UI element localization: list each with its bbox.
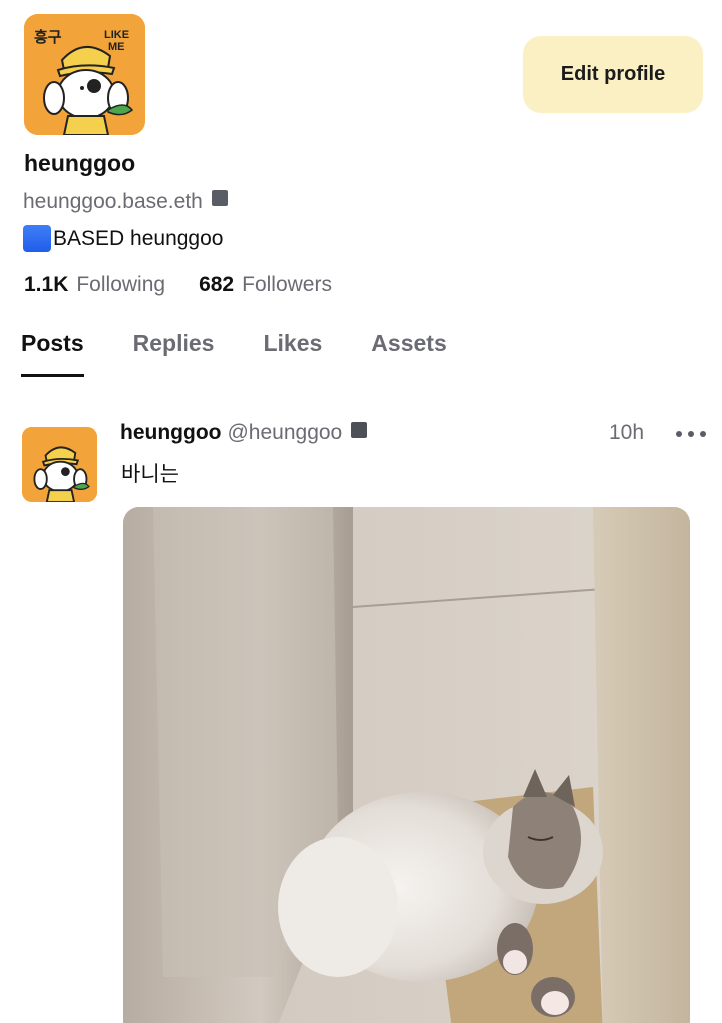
- avatar-illustration-small: [22, 427, 97, 502]
- post-text: 바니는: [121, 462, 179, 486]
- svg-text:LIKE: LIKE: [104, 29, 129, 41]
- tab-likes[interactable]: Likes: [263, 330, 322, 378]
- following-label: Following: [76, 273, 166, 296]
- profile-tabs: Posts Replies Likes Assets: [21, 330, 496, 378]
- profile-handle-row: heunggoo.base.eth: [23, 190, 228, 214]
- tab-posts[interactable]: Posts: [21, 330, 84, 378]
- svg-text:ME: ME: [108, 41, 125, 53]
- post-timestamp: 10h: [609, 421, 645, 444]
- svg-text:흥구: 흥구: [34, 28, 62, 46]
- profile-stats: 1.1K Following 682 Followers: [24, 273, 332, 297]
- post-author-name[interactable]: heunggoo: [120, 421, 221, 445]
- profile-display-name: heunggoo: [24, 150, 136, 176]
- profile-bio-text: BASED heunggoo: [53, 226, 224, 250]
- tab-assets[interactable]: Assets: [371, 330, 446, 378]
- followers-link[interactable]: 682 Followers: [199, 273, 332, 297]
- cat-photo: [123, 507, 690, 1023]
- followers-count: 682: [199, 273, 235, 296]
- profile-avatar[interactable]: 흥구 LIKE ME: [24, 14, 145, 135]
- following-count: 1.1K: [24, 273, 69, 296]
- edit-profile-button[interactable]: Edit profile: [523, 36, 703, 113]
- post-author-avatar[interactable]: [22, 427, 97, 502]
- profile-bio: BASED heunggoo: [23, 225, 223, 252]
- tab-replies[interactable]: Replies: [133, 330, 215, 378]
- post-author-handle[interactable]: @heunggoo: [227, 421, 342, 445]
- square-badge-icon: [351, 422, 368, 438]
- followers-label: Followers: [242, 273, 332, 296]
- blue-square-icon: [23, 225, 51, 252]
- more-horizontal-icon[interactable]: [676, 424, 706, 444]
- avatar-illustration: 흥구 LIKE ME: [24, 14, 145, 135]
- following-link[interactable]: 1.1K Following: [24, 273, 165, 297]
- post-header: heunggoo @heunggoo: [120, 421, 368, 445]
- square-badge-icon: [211, 190, 228, 206]
- post-image[interactable]: [123, 507, 690, 1023]
- profile-handle: heunggoo.base.eth: [23, 190, 203, 213]
